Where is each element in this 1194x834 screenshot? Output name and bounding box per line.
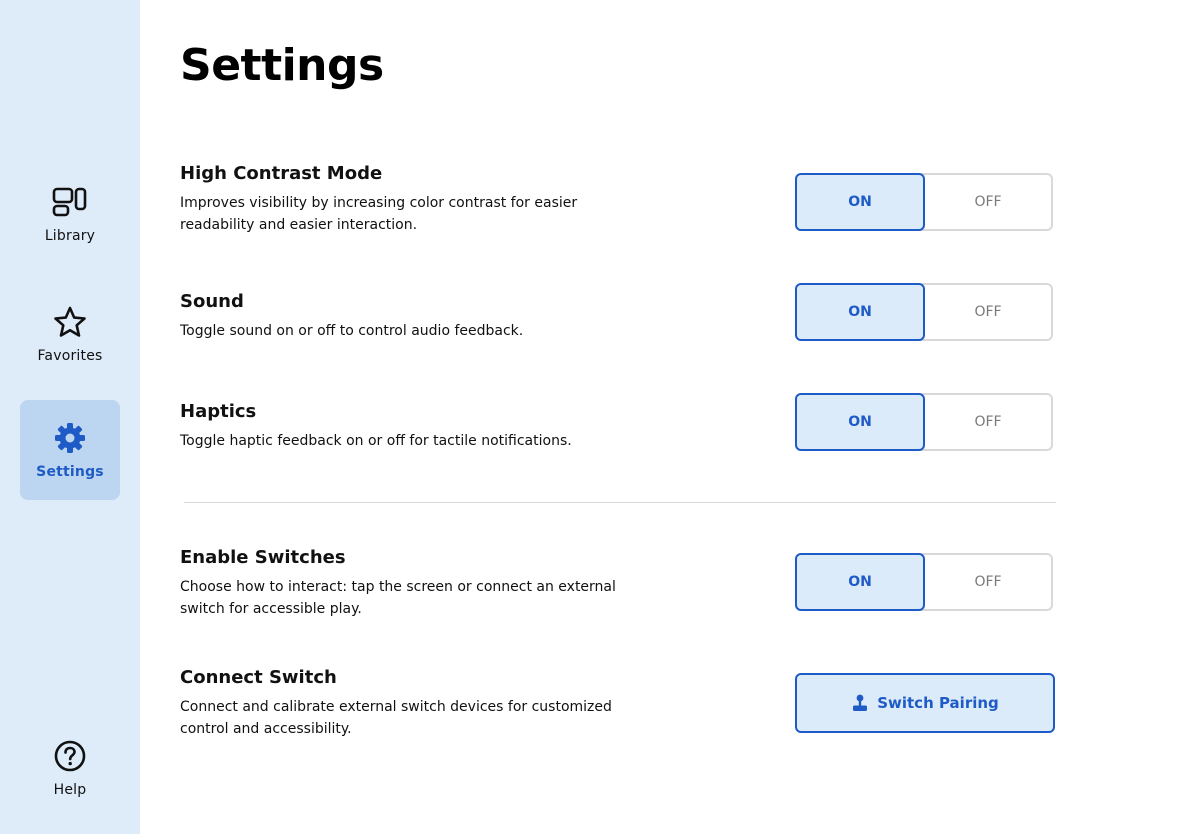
toggle-on-option[interactable]: ON	[795, 393, 925, 451]
toggle-off-option[interactable]: OFF	[925, 175, 1051, 229]
page-title: Settings	[180, 40, 384, 91]
setting-description: Toggle sound on or off to control audio …	[180, 323, 524, 339]
section-divider	[184, 502, 1056, 503]
sidebar: Library Favorites Settings Help	[0, 0, 140, 834]
star-icon	[52, 304, 88, 340]
setting-connect-switch: Connect Switch Connect and calibrate ext…	[180, 667, 1056, 740]
library-icon	[52, 184, 88, 220]
switch-pairing-button[interactable]: Switch Pairing	[795, 673, 1055, 733]
setting-sound: Sound Toggle sound on or off to control …	[180, 283, 1056, 342]
setting-description: Improves visibility by increasing color …	[180, 195, 578, 233]
toggle-on-option[interactable]: ON	[795, 173, 925, 231]
setting-description: Connect and calibrate external switch de…	[180, 699, 612, 737]
setting-description: Choose how to interact: tap the screen o…	[180, 579, 616, 617]
sidebar-item-label: Settings	[36, 464, 104, 480]
help-icon	[52, 738, 88, 774]
high-contrast-toggle: ON OFF	[795, 173, 1053, 231]
toggle-off-option[interactable]: OFF	[925, 285, 1051, 339]
sidebar-item-favorites[interactable]: Favorites	[20, 284, 120, 384]
sidebar-item-help[interactable]: Help	[20, 718, 120, 818]
switch-pairing-label: Switch Pairing	[877, 694, 999, 712]
enable-switches-toggle: ON OFF	[795, 553, 1053, 611]
toggle-on-option[interactable]: ON	[795, 553, 925, 611]
toggle-off-option[interactable]: OFF	[925, 555, 1051, 609]
toggle-off-option[interactable]: OFF	[925, 395, 1051, 449]
sidebar-item-label: Library	[44, 228, 96, 244]
app-window: Library Favorites Settings Help Settings…	[0, 0, 1194, 834]
joystick-icon	[851, 694, 869, 712]
gear-icon	[52, 420, 88, 456]
sidebar-item-label: Favorites	[37, 348, 103, 364]
toggle-on-option[interactable]: ON	[795, 283, 925, 341]
setting-haptics: Haptics Toggle haptic feedback on or off…	[180, 393, 1056, 452]
setting-high-contrast: High Contrast Mode Improves visibility b…	[180, 163, 1056, 236]
setting-enable-switches: Enable Switches Choose how to interact: …	[180, 547, 1056, 620]
setting-description: Toggle haptic feedback on or off for tac…	[180, 433, 572, 449]
sidebar-item-label: Help	[53, 782, 87, 798]
haptics-toggle: ON OFF	[795, 393, 1053, 451]
sidebar-item-library[interactable]: Library	[20, 164, 120, 264]
sound-toggle: ON OFF	[795, 283, 1053, 341]
sidebar-item-settings[interactable]: Settings	[20, 400, 120, 500]
